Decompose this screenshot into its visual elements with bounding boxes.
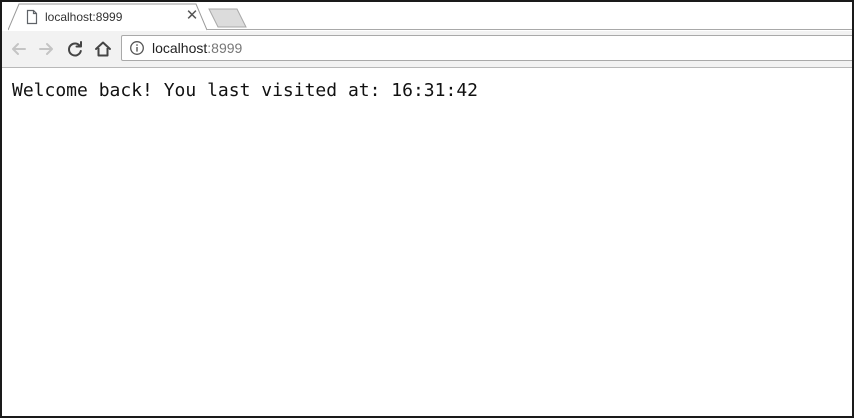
url-host: localhost — [152, 40, 208, 56]
info-icon[interactable] — [129, 40, 145, 56]
home-icon[interactable] — [93, 39, 113, 59]
close-icon[interactable]: ✕ — [184, 8, 200, 24]
browser-toolbar: localhost:8999 — [2, 31, 852, 68]
new-tab-button[interactable] — [208, 8, 248, 28]
tab-localhost[interactable]: localhost:8999 ✕ — [8, 3, 207, 31]
reload-icon[interactable] — [65, 39, 85, 59]
last-visited-time: 16:31:42 — [391, 80, 478, 101]
back-arrow-icon[interactable] — [9, 39, 29, 59]
page-icon — [25, 9, 39, 25]
url-text[interactable]: localhost:8999 — [152, 40, 242, 56]
tab-strip-divider — [207, 29, 852, 30]
url-port: :8999 — [207, 40, 243, 56]
welcome-message-prefix: Welcome back! You last visited at: — [12, 80, 392, 101]
tab-title: localhost:8999 — [45, 10, 123, 24]
tab-strip: localhost:8999 ✕ — [2, 2, 852, 31]
browser-window: localhost:8999 ✕ localhost:8999 Welcome … — [0, 0, 854, 418]
address-bar[interactable]: localhost:8999 — [121, 35, 852, 61]
forward-arrow-icon[interactable] — [36, 39, 56, 59]
page-content: Welcome back! You last visited at: 16:31… — [2, 68, 852, 416]
welcome-message: Welcome back! You last visited at: 16:31… — [12, 80, 478, 102]
